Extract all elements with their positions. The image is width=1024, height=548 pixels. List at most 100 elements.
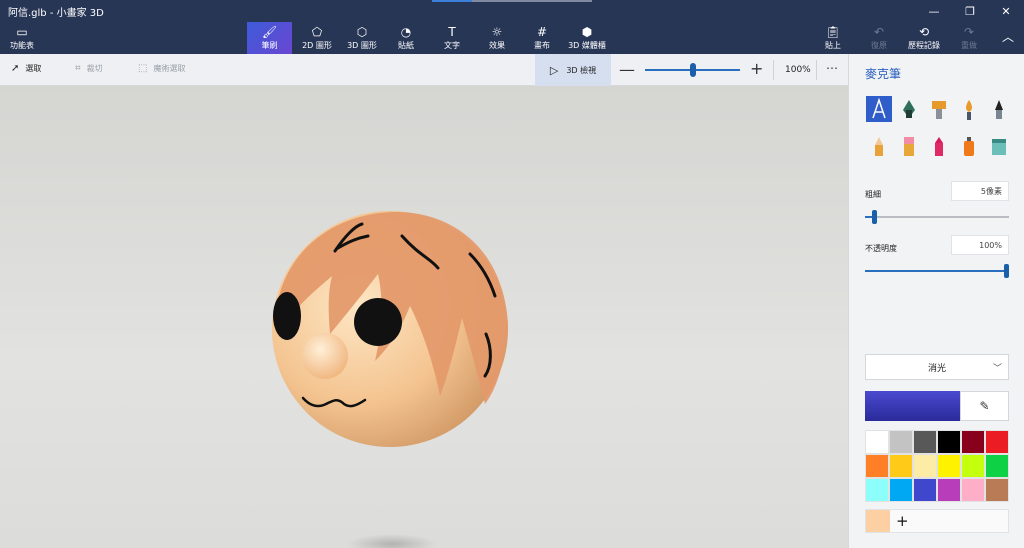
- opacity-input[interactable]: 100%: [951, 235, 1009, 255]
- loading-indicator: [432, 0, 472, 2]
- oil-brush-tool[interactable]: [926, 96, 952, 122]
- head-model[interactable]: [272, 211, 508, 447]
- collapse-ribbon-button[interactable]: ︿: [998, 22, 1018, 54]
- canvas[interactable]: [0, 86, 848, 548]
- color-swatch[interactable]: [937, 454, 961, 478]
- pencil-tool[interactable]: [866, 133, 892, 159]
- tab-3d-shapes[interactable]: ⬡ 3D 圖形: [342, 22, 382, 54]
- zoom-value: 100%: [785, 65, 811, 75]
- undo-button[interactable]: ↶ 復原: [864, 22, 894, 54]
- color-swatch[interactable]: [961, 454, 985, 478]
- color-swatch[interactable]: [961, 430, 985, 454]
- finish-value: 消光: [927, 363, 946, 374]
- watercolor-tool[interactable]: [956, 96, 982, 122]
- zoom-in-button[interactable]: +: [750, 59, 763, 78]
- history-button[interactable]: ⟲ 歷程記錄: [904, 22, 944, 54]
- tab-3d-library[interactable]: ⬢ 3D 媒體櫃: [566, 22, 608, 54]
- opacity-slider-thumb[interactable]: [1004, 264, 1009, 278]
- folder-icon: ▭: [16, 24, 28, 39]
- select-button[interactable]: ➚ 選取: [11, 63, 41, 74]
- ribbon: ▭ 功能表 🖌︎ 筆刷 ⬠ 2D 圖形 ⬡ 3D 圖形 ◔ 貼紙 T 文字 ☼ …: [0, 22, 1024, 54]
- 2d-shapes-icon: ⬠: [311, 24, 323, 39]
- pixel-pen-tool[interactable]: [986, 96, 1012, 122]
- title-bar: 阿信.glb - 小畫家 3D — ❐ ✕: [0, 0, 1024, 22]
- pixel-pen-icon: [995, 100, 1003, 119]
- crayon-tool[interactable]: [926, 133, 952, 159]
- color-swatch[interactable]: [865, 454, 889, 478]
- tab-text[interactable]: T 文字: [436, 22, 468, 54]
- left-eye: [273, 292, 301, 340]
- paste-button[interactable]: 📋︎ 貼上: [818, 22, 848, 54]
- crop-button[interactable]: ⌗ 裁切: [75, 63, 103, 74]
- close-button[interactable]: ✕: [988, 0, 1024, 22]
- color-swatch[interactable]: [889, 478, 913, 502]
- brush-icon: 🖌︎: [261, 24, 278, 39]
- tab-label: 3D 媒體櫃: [568, 40, 606, 50]
- custom-color-swatch[interactable]: [866, 510, 890, 532]
- toolbar: ➚ 選取 ⌗ 裁切 ⬚ 魔術選取 ▷ 3D 檢視 — + 100% ⋯: [0, 54, 848, 86]
- color-swatch[interactable]: [889, 454, 913, 478]
- custom-colors-row: +: [865, 509, 1009, 533]
- tab-2d-shapes[interactable]: ⬠ 2D 圖形: [297, 22, 337, 54]
- magic-select-button[interactable]: ⬚ 魔術選取: [138, 63, 185, 74]
- tab-label: 筆刷: [261, 40, 278, 50]
- maximize-button[interactable]: ❐: [952, 0, 988, 22]
- redo-icon: ↷: [963, 24, 975, 39]
- current-color-swatch[interactable]: [865, 391, 960, 421]
- tab-canvas[interactable]: # 畫布: [526, 22, 558, 54]
- undo-icon: ↶: [873, 24, 885, 39]
- view-3d-toggle[interactable]: ▷ 3D 檢視: [535, 54, 611, 86]
- marker-icon: [872, 98, 886, 119]
- paste-icon: 📋︎: [825, 24, 841, 39]
- zoom-out-button[interactable]: —: [619, 60, 635, 79]
- tab-brushes[interactable]: 🖌︎ 筆刷: [247, 22, 292, 54]
- add-color-button[interactable]: +: [896, 511, 909, 531]
- thickness-input[interactable]: 5像素: [951, 181, 1009, 201]
- divider: [816, 60, 817, 80]
- tab-stickers[interactable]: ◔ 貼紙: [390, 22, 422, 54]
- calligraphy-pen-tool[interactable]: [896, 96, 922, 122]
- color-swatch[interactable]: [985, 430, 1009, 454]
- minimize-button[interactable]: —: [916, 0, 952, 22]
- calligraphy-pen-icon: [903, 100, 915, 118]
- spray-can-tool[interactable]: [956, 133, 982, 159]
- eyedropper-button[interactable]: ✎: [960, 391, 1009, 421]
- magic-select-label: 魔術選取: [153, 64, 186, 73]
- view-3d-icon: ▷: [549, 63, 559, 77]
- color-swatch[interactable]: [889, 430, 913, 454]
- color-swatch[interactable]: [961, 478, 985, 502]
- chevron-up-icon: ︿: [1001, 30, 1014, 44]
- canvas-icon: #: [536, 24, 548, 39]
- more-options-button[interactable]: ⋯: [826, 61, 838, 75]
- cursor-icon: ➚: [11, 63, 20, 74]
- color-swatch[interactable]: [865, 430, 889, 454]
- zoom-slider-thumb[interactable]: [690, 63, 696, 77]
- tab-label: 3D 圖形: [347, 40, 377, 50]
- color-swatch[interactable]: [913, 430, 937, 454]
- eyedropper-icon: ✎: [979, 399, 990, 413]
- 3d-model-view[interactable]: [0, 86, 848, 548]
- color-swatch[interactable]: [985, 454, 1009, 478]
- color-swatch[interactable]: [985, 478, 1009, 502]
- nose: [302, 333, 348, 379]
- opacity-label: 不透明度: [865, 244, 897, 253]
- color-swatch[interactable]: [913, 478, 937, 502]
- panel-title: 麥克筆: [865, 67, 902, 81]
- color-swatch[interactable]: [937, 478, 961, 502]
- color-swatch[interactable]: [865, 478, 889, 502]
- color-swatch[interactable]: [913, 454, 937, 478]
- opacity-slider[interactable]: [865, 264, 1009, 278]
- thickness-slider-thumb[interactable]: [872, 210, 877, 224]
- oil-brush-icon: [932, 101, 946, 119]
- thickness-slider[interactable]: [865, 210, 1009, 224]
- zoom-slider[interactable]: [645, 63, 740, 77]
- redo-button[interactable]: ↷ 重做: [954, 22, 984, 54]
- eraser-tool[interactable]: [896, 133, 922, 159]
- tab-effects[interactable]: ☼ 效果: [481, 22, 513, 54]
- menu-label: 功能表: [10, 40, 34, 50]
- marker-tool[interactable]: [866, 96, 892, 122]
- finish-dropdown[interactable]: 消光 ﹀: [865, 354, 1009, 380]
- menu-button[interactable]: ▭ 功能表: [4, 22, 40, 54]
- fill-tool[interactable]: [986, 133, 1012, 159]
- color-swatch[interactable]: [937, 430, 961, 454]
